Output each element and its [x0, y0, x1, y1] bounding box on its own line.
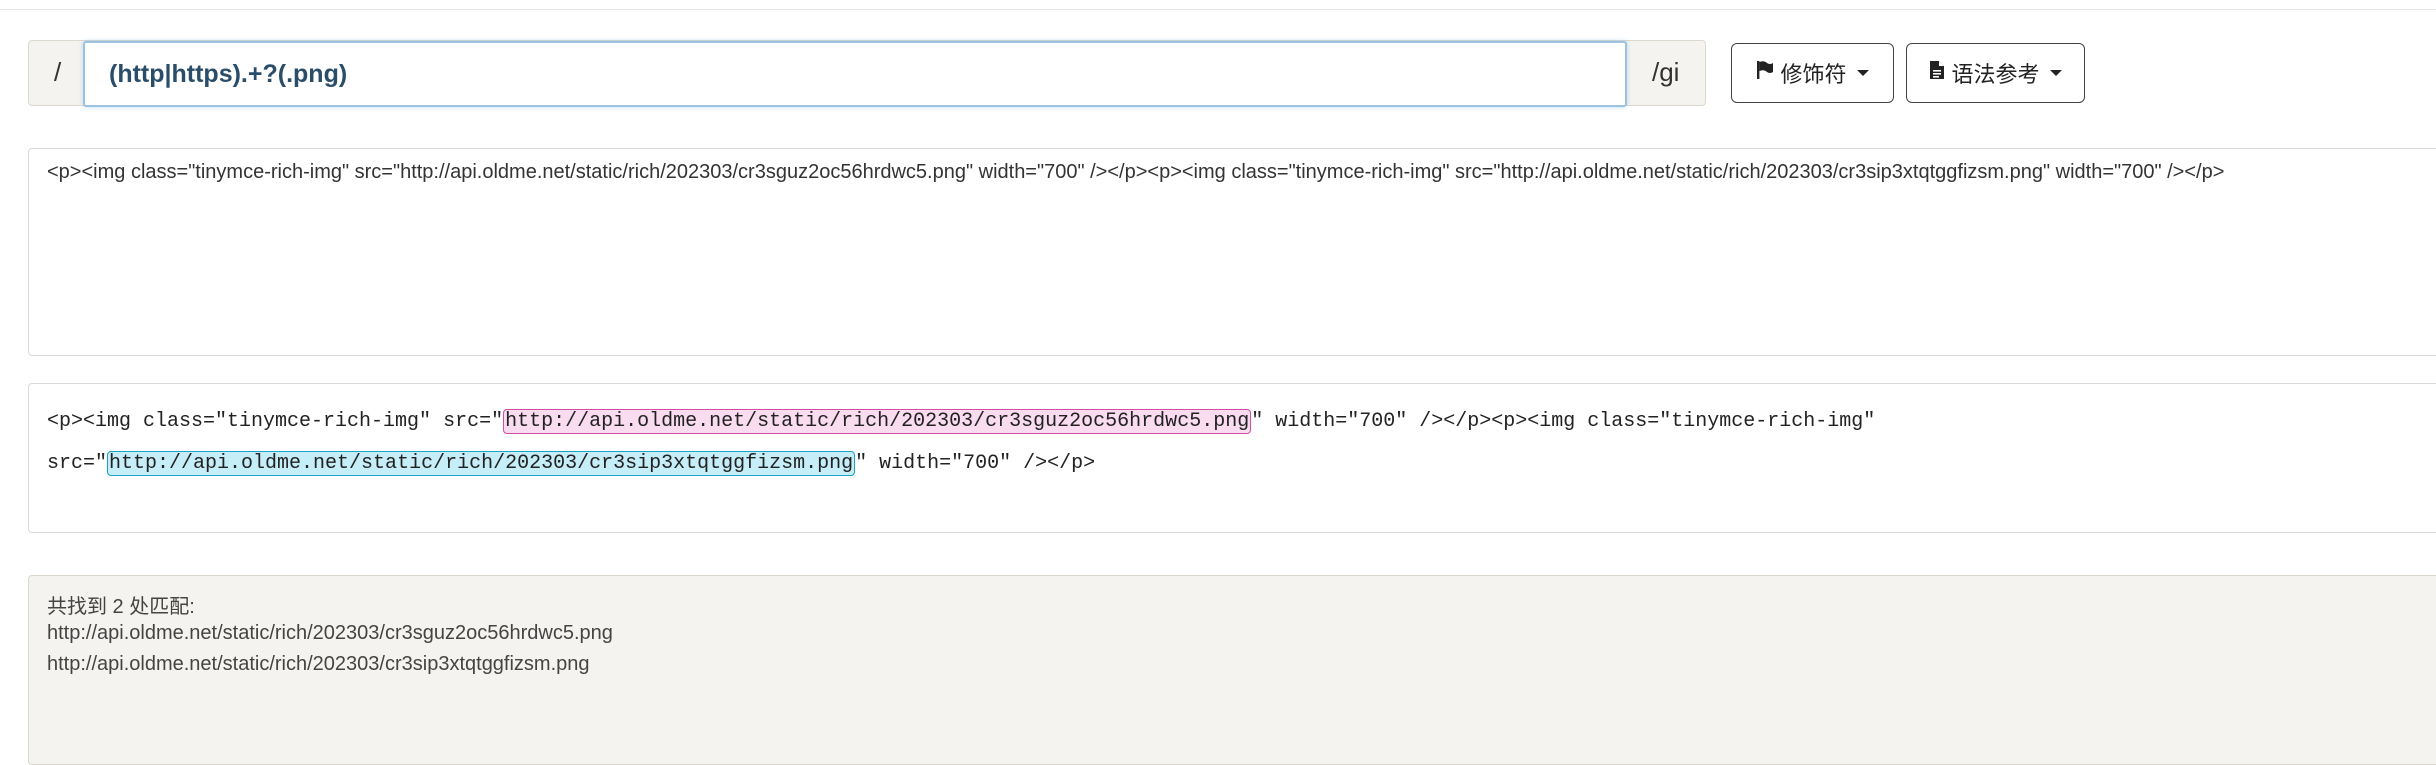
match-highlight-panel: <p><img class="tinymce-rich-img" src=" ht… — [28, 383, 2436, 533]
modifiers-button[interactable]: 修饰符 — [1731, 43, 1894, 103]
match-result-item: http://api.oldme.net/static/rich/202303/… — [47, 653, 590, 675]
regex-delimiter-left: / — [54, 57, 62, 87]
highlight-line: <p><img class="tinymce-rich-img" src=" ht… — [47, 409, 1876, 434]
highlight-text: " width="700" /></p> — [855, 452, 1096, 475]
modifiers-button-label: 修饰符 — [1780, 62, 1847, 87]
highlight-text: src=" — [47, 452, 108, 475]
regex-input-group: / /gi — [28, 40, 1706, 107]
source-text-area[interactable]: <p><img class="tinymce-rich-img" src="ht… — [28, 148, 2436, 356]
match-count-summary: 共找到 2 处匹配: — [47, 596, 195, 618]
chevron-down-icon — [2049, 70, 2062, 76]
syntax-reference-button[interactable]: 语法参考 — [1906, 43, 2085, 103]
source-text: <p><img class="tinymce-rich-img" src="ht… — [47, 161, 2225, 183]
top-divider — [0, 9, 2436, 10]
match-result-item: http://api.oldme.net/static/rich/202303/… — [47, 622, 613, 644]
match-result-panel: 共找到 2 处匹配: http://api.oldme.net/static/r… — [28, 575, 2436, 765]
regex-pattern-input[interactable] — [83, 41, 1627, 107]
regex-flags: /gi — [1652, 57, 1680, 87]
document-icon — [1929, 60, 1945, 86]
match-highlight: http://api.oldme.net/static/rich/202303/… — [503, 409, 1252, 434]
chevron-down-icon — [1856, 70, 1869, 76]
highlight-text: <p><img class="tinymce-rich-img" src=" — [47, 410, 504, 433]
flag-icon — [1756, 60, 1774, 86]
highlight-line: src=" http://api.oldme.net/static/rich/20… — [47, 451, 1096, 476]
syntax-reference-button-label: 语法参考 — [1951, 62, 2040, 87]
match-highlight: http://api.oldme.net/static/rich/202303/… — [107, 451, 856, 476]
highlight-text: " width="700" /></p><p><img class="tinym… — [1251, 410, 1876, 433]
